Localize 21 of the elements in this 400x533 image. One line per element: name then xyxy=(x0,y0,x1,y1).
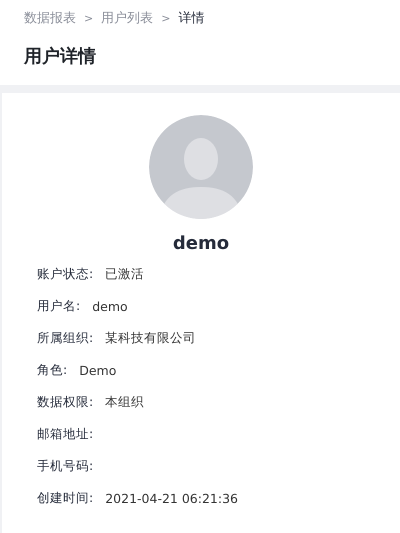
field-value: 某科技有限公司 xyxy=(105,330,196,346)
field-label: 用户名: xyxy=(37,298,80,314)
user-name: demo xyxy=(172,233,230,254)
avatar-icon xyxy=(149,115,253,219)
field-label: 创建时间: xyxy=(37,490,94,506)
breadcrumb-separator: > xyxy=(84,12,94,24)
field-value: 2021-04-21 06:21:36 xyxy=(105,490,238,506)
field-label: 手机号码: xyxy=(37,458,94,474)
breadcrumb-separator: > xyxy=(161,12,170,24)
field-value: Demo xyxy=(79,362,116,378)
field-label: 账户状态: xyxy=(37,266,94,282)
field-value: 本组织 xyxy=(105,394,144,410)
page-title: 用户详情 xyxy=(24,45,97,68)
field-label: 角色: xyxy=(37,362,68,378)
field-value: 已激活 xyxy=(105,266,144,282)
field-value: demo xyxy=(92,298,128,314)
field-label: 数据权限: xyxy=(37,394,94,410)
field-label: 所属组织: xyxy=(37,330,94,346)
breadcrumb-link[interactable]: 用户列表 xyxy=(101,9,154,27)
field-label: 邮箱地址: xyxy=(37,426,94,442)
breadcrumb-link[interactable]: 数据报表 xyxy=(24,9,76,27)
